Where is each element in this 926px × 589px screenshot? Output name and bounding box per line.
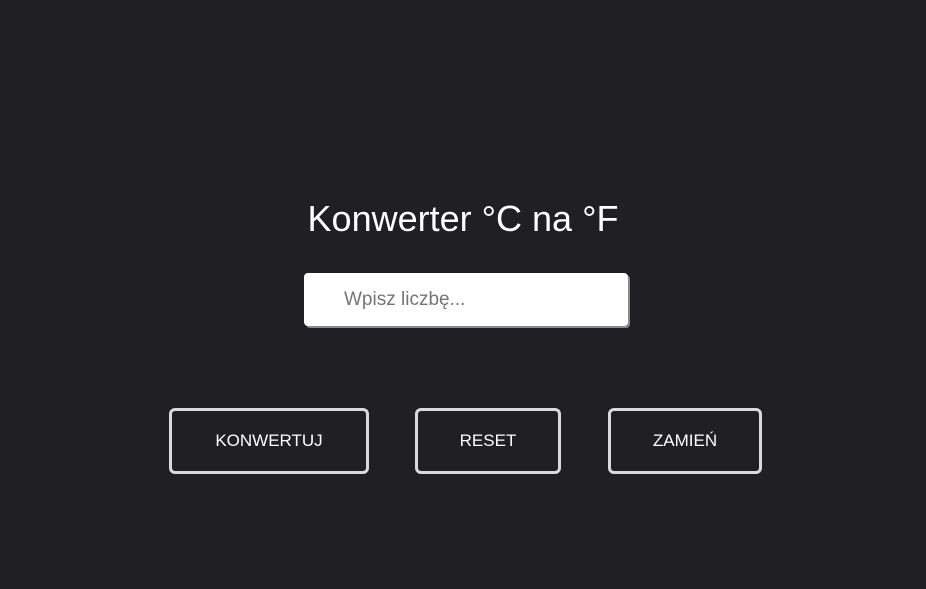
swap-button[interactable]: ZAMIEŃ [608, 408, 762, 474]
temperature-input[interactable] [304, 273, 628, 326]
reset-button[interactable]: RESET [415, 408, 561, 474]
page-title: Konwerter °C na °F [307, 198, 619, 239]
convert-button[interactable]: KONWERTUJ [169, 408, 369, 474]
